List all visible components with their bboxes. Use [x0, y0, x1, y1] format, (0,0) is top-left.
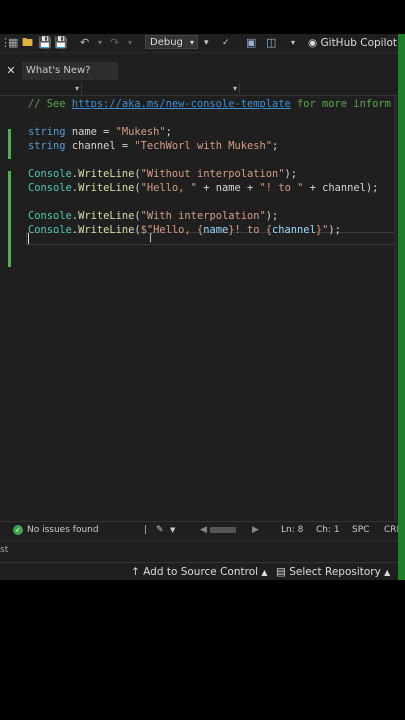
spellcheck-icon[interactable]: ✓: [222, 36, 230, 50]
configuration-label: Debug: [150, 37, 183, 48]
code-line-channel: string channel = "TechWorl with Mukesh";: [28, 140, 279, 152]
copilot-label: GitHub Copilot: [320, 37, 398, 49]
arrow-up-icon: ↑: [131, 566, 140, 578]
undo-icon[interactable]: ↶: [80, 36, 89, 50]
code-line-comment: // See https://aka.ms/new-console-templa…: [28, 98, 391, 110]
scroll-left-icon[interactable]: ◀: [200, 522, 207, 538]
source-control-button[interactable]: ↑ Add to Source Control ▲: [131, 563, 268, 580]
platform-dropdown-icon[interactable]: ▾: [204, 36, 209, 50]
template-link[interactable]: https://aka.ms/new-console-template: [72, 98, 291, 110]
code-editor[interactable]: ⌈ // See https://aka.ms/new-console-temp…: [0, 96, 398, 521]
select-repository-button[interactable]: ▤ Select Repository ▲: [276, 563, 390, 580]
chevron-down-icon: ▾: [232, 84, 237, 93]
code-line-name: string name = "Mukesh";: [28, 126, 172, 138]
open-folder-icon[interactable]: 🖿: [22, 36, 33, 50]
layout-tool-icon[interactable]: ◫: [266, 36, 276, 50]
redo-dropdown-icon[interactable]: ▾: [128, 36, 132, 50]
scroll-right-icon[interactable]: ▶: [252, 522, 259, 538]
close-icon[interactable]: ✕: [4, 64, 18, 78]
configuration-dropdown[interactable]: Debug ▾: [145, 35, 198, 49]
git-status-bar: ↑ Add to Source Control ▲ ▤ Select Repos…: [0, 562, 405, 580]
breakpoint-tool-icon[interactable]: ▣: [246, 36, 256, 50]
chevron-up-icon: ▲: [261, 568, 268, 577]
add-source-label: Add to Source Control: [143, 566, 259, 578]
code-line-writeline-3: Console.WriteLine("With interpolation");: [28, 210, 279, 222]
change-marker: [8, 129, 11, 159]
column-number[interactable]: Ch: 1: [316, 522, 340, 538]
member-dropdown[interactable]: [242, 83, 398, 95]
editor-status-bar: ✓ No issues found | ✎ ▼ ◀ ▶ Ln: 8 Ch: 1 …: [0, 521, 402, 538]
chevron-down-icon[interactable]: ▼: [170, 522, 175, 538]
document-tab-bar: ✕ What's New?: [0, 62, 398, 80]
output-panel-strip: st: [0, 540, 398, 563]
redo-icon[interactable]: ↷: [110, 36, 119, 50]
line-number[interactable]: Ln: 8: [281, 522, 303, 538]
code-line-writeline-2: Console.WriteLine("Hello, " + name + "! …: [28, 182, 379, 194]
code-line-writeline-1: Console.WriteLine("Without interpolation…: [28, 168, 298, 180]
project-dropdown[interactable]: ▾: [0, 83, 82, 95]
whitespace-mode[interactable]: SPC: [352, 522, 369, 538]
separator-icon: |: [144, 525, 148, 535]
new-item-icon[interactable]: ▦: [8, 36, 18, 50]
tab-whats-new[interactable]: What's New?: [22, 62, 118, 80]
output-label: st: [0, 545, 9, 555]
cleanup-brush-icon[interactable]: ✎: [156, 522, 164, 538]
change-marker: [8, 171, 11, 267]
copilot-icon: ◉: [308, 37, 318, 49]
recording-border: [398, 34, 405, 580]
save-all-icon[interactable]: 💾: [54, 36, 68, 50]
overflow-dropdown-icon[interactable]: ▾: [291, 36, 295, 50]
undo-dropdown-icon[interactable]: ▾: [98, 36, 102, 50]
vertical-scrollbar[interactable]: [394, 96, 397, 526]
toolbar: ⋮ ▦ 🖿 💾 💾 ↶ ▾ ↷ ▾ Debug ▾ ▾ ✓ ▣ ◫ ▾ ◉ Gi…: [0, 34, 398, 53]
save-icon[interactable]: 💾: [38, 36, 52, 50]
issues-status[interactable]: No issues found: [27, 522, 99, 538]
tab-label: What's New?: [26, 65, 91, 76]
horizontal-scroll-thumb[interactable]: [210, 527, 236, 533]
code-line-writeline-4: Console.WriteLine($"Hello, {name}! to {c…: [28, 224, 341, 236]
navigation-bar: ▾ ▾: [0, 83, 398, 96]
type-dropdown[interactable]: ▾: [84, 83, 240, 95]
copilot-button[interactable]: ◉ GitHub Copilot: [308, 36, 397, 50]
check-circle-icon: ✓: [13, 525, 23, 535]
repository-icon: ▤: [276, 566, 286, 578]
visual-studio-window: ⋮ ▦ 🖿 💾 💾 ↶ ▾ ↷ ▾ Debug ▾ ▾ ✓ ▣ ◫ ▾ ◉ Gi…: [0, 34, 405, 580]
chevron-down-icon: ▾: [189, 38, 194, 47]
chevron-down-icon: ▾: [74, 84, 79, 93]
chevron-up-icon: ▲: [384, 568, 391, 577]
select-repo-label: Select Repository: [289, 566, 381, 578]
